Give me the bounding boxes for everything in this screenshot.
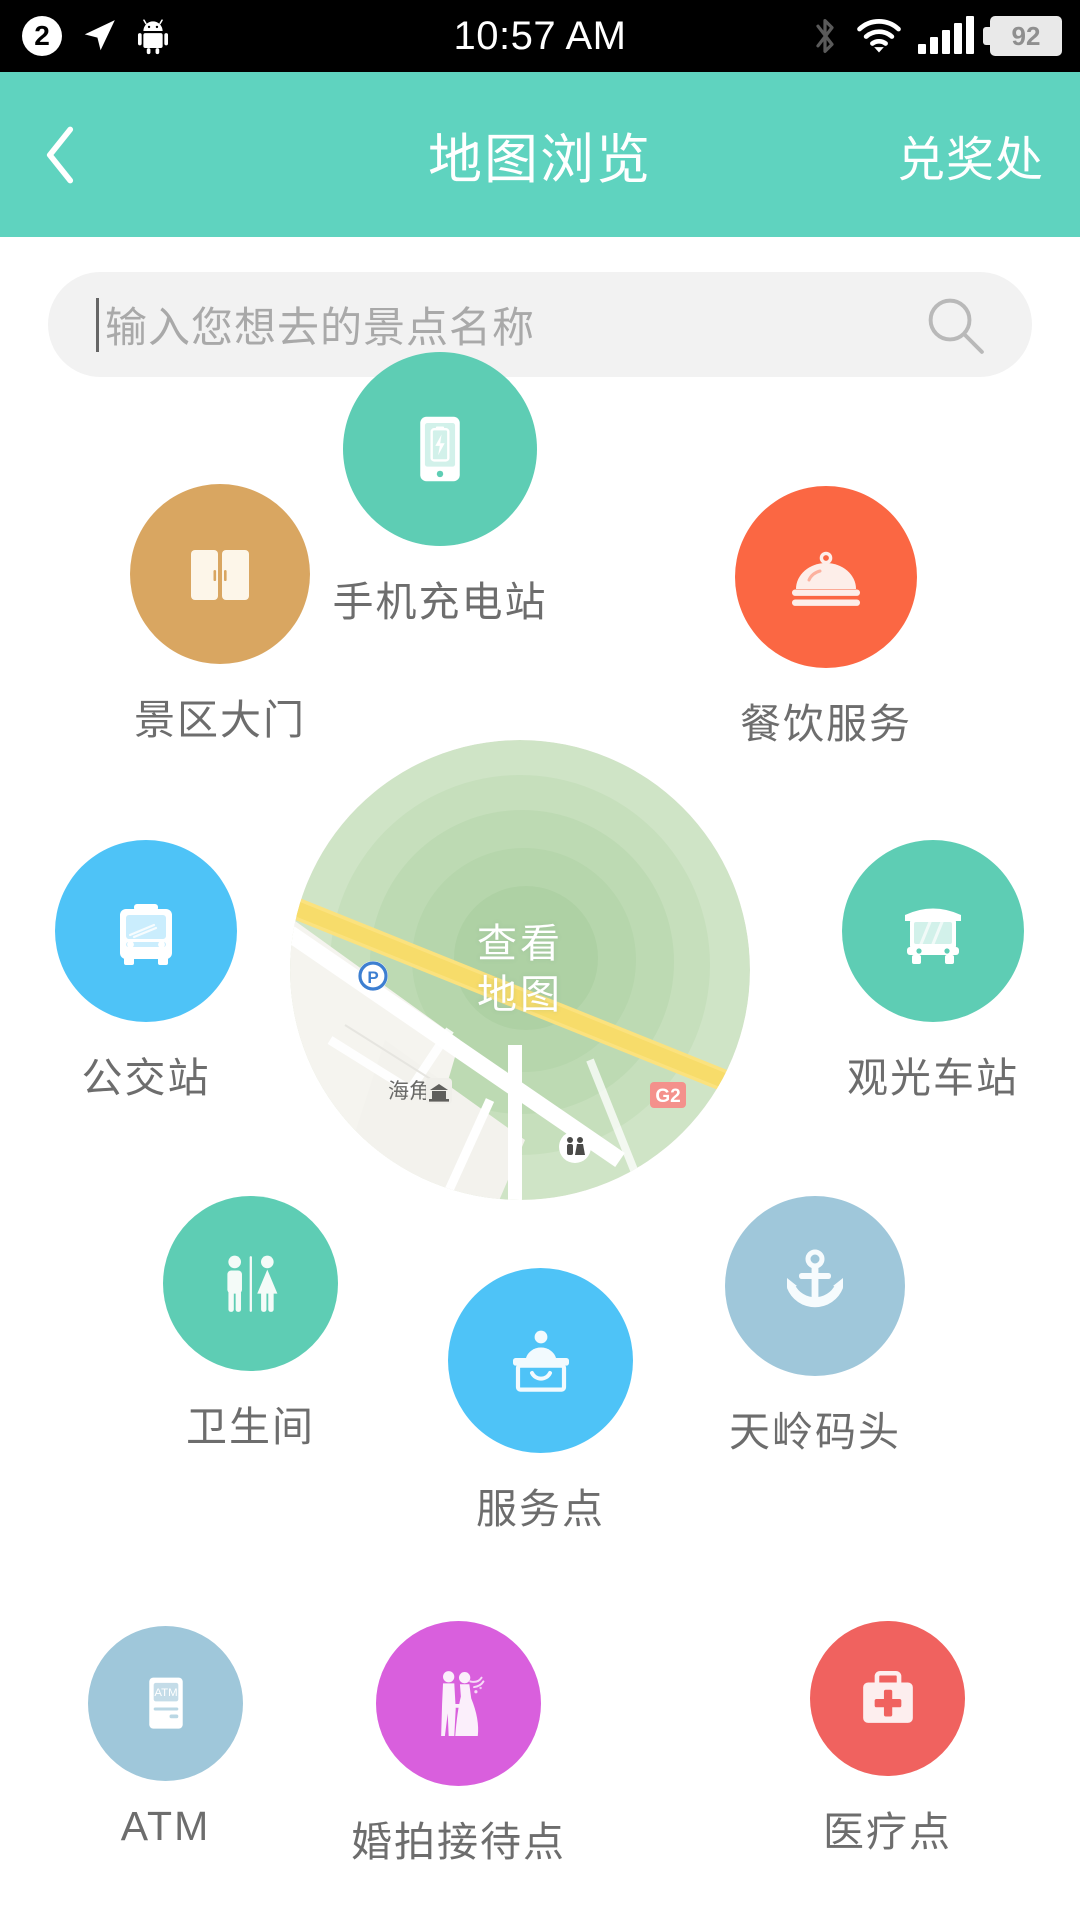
- status-bar: 2 10:57 AM 92: [0, 0, 1080, 72]
- poi-label: 手机充电站: [332, 579, 548, 625]
- first-aid-kit-icon: [810, 1621, 965, 1776]
- battery-icon: 92: [983, 16, 1062, 56]
- status-bar-left: 2: [22, 16, 170, 56]
- poi-label: 观光车站: [847, 1055, 1019, 1101]
- status-bar-right: 92: [810, 15, 1062, 57]
- poi-label: ATM: [120, 1803, 211, 1849]
- back-button[interactable]: [0, 72, 120, 237]
- location-arrow-icon: [84, 20, 115, 51]
- bride-groom-icon: [376, 1621, 541, 1786]
- anchor-icon: [725, 1196, 905, 1376]
- poi-label: 景区大门: [134, 697, 306, 743]
- poi-label: 卫生间: [186, 1404, 315, 1450]
- prize-redemption-button[interactable]: 兑奖处: [897, 120, 1044, 190]
- poi-shuttle-station[interactable]: 观光车站: [842, 840, 1024, 1104]
- poi-restroom[interactable]: 卫生间: [163, 1196, 338, 1453]
- poi-label: 服务点: [476, 1486, 605, 1532]
- view-map-button[interactable]: P 海角 G2 查看 地图: [290, 740, 750, 1200]
- app-header: 地图浏览 兑奖处: [0, 72, 1080, 237]
- shuttle-bus-icon: [842, 840, 1024, 1022]
- map-thumbnail: P 海角 G2: [290, 740, 750, 1200]
- search-bar[interactable]: 输入您想去的景点名称: [48, 272, 1032, 377]
- poi-atm[interactable]: ATM ATM: [88, 1626, 243, 1850]
- svg-text:P: P: [367, 968, 378, 987]
- poi-charging-station[interactable]: 手机充电站: [333, 352, 546, 628]
- android-robot-icon: [137, 19, 169, 55]
- text-cursor: [96, 297, 99, 352]
- poi-label: 医疗点: [823, 1809, 952, 1855]
- notification-count: 2: [34, 20, 50, 51]
- svg-text:G2: G2: [655, 1086, 680, 1107]
- gate-doors-icon: [130, 484, 310, 664]
- poi-label: 婚拍接待点: [351, 1819, 566, 1865]
- bus-icon: [55, 840, 237, 1022]
- poi-pier[interactable]: 天岭码头: [725, 1196, 905, 1458]
- food-cloche-icon: [735, 486, 917, 668]
- wifi-icon: [857, 19, 901, 53]
- poi-gate[interactable]: 景区大门: [130, 484, 310, 746]
- poi-service-point[interactable]: 服务点: [448, 1268, 633, 1535]
- notification-badge-icon: 2: [22, 16, 62, 56]
- search-box[interactable]: 输入您想去的景点名称: [48, 272, 1032, 377]
- battery-percent: 92: [1011, 21, 1041, 51]
- poi-wedding-reception[interactable]: 婚拍接待点: [351, 1621, 564, 1868]
- poi-label: 餐饮服务: [740, 701, 912, 747]
- restroom-icon: [163, 1196, 338, 1371]
- poi-bus-station[interactable]: 公交站: [55, 840, 237, 1104]
- poi-label: 公交站: [81, 1055, 211, 1101]
- svg-text:ATM: ATM: [154, 1687, 177, 1699]
- poi-medical[interactable]: 医疗点: [810, 1621, 965, 1858]
- search-icon[interactable]: [924, 294, 986, 356]
- search-input[interactable]: 输入您想去的景点名称: [105, 294, 535, 355]
- chevron-left-icon: [46, 126, 74, 183]
- signal-bars-icon: [918, 16, 974, 54]
- info-desk-icon: [448, 1268, 633, 1453]
- bluetooth-icon: [816, 18, 834, 54]
- poi-dining[interactable]: 餐饮服务: [735, 486, 917, 750]
- phone-charging-icon: [343, 352, 537, 546]
- atm-machine-icon: ATM: [88, 1626, 243, 1781]
- svg-text:海角: 海角: [388, 1080, 430, 1103]
- poi-label: 天岭码头: [729, 1409, 901, 1455]
